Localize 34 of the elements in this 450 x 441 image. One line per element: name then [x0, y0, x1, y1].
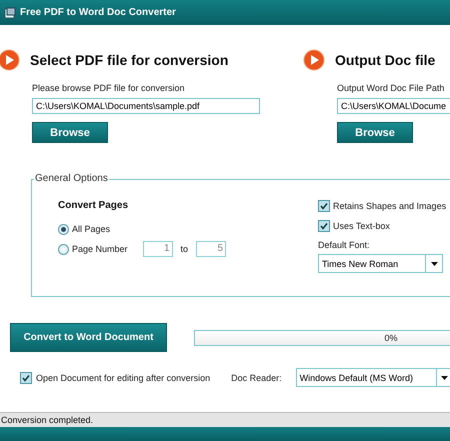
- app-icon: [4, 6, 16, 18]
- radio-label: All Pages: [72, 224, 110, 234]
- group-subheading: Convert Pages: [58, 200, 130, 211]
- dropdown-icon: [441, 376, 448, 380]
- checkbox[interactable]: [318, 220, 330, 232]
- path-field[interactable]: C:\Users\KOMAL\Documents\sample.pdf: [32, 98, 260, 114]
- field-label: Please browse PDF file for conversion: [32, 83, 186, 93]
- font-dropdown[interactable]: Times New Roman: [318, 254, 443, 273]
- range-separator: to: [180, 244, 188, 254]
- reader-label: Doc Reader:: [231, 372, 282, 382]
- radio-button[interactable]: [58, 224, 69, 234]
- section-heading: Output Doc file: [335, 52, 436, 68]
- checkbox[interactable]: [318, 200, 330, 212]
- reader-dropdown[interactable]: Windows Default (MS Word): [296, 368, 450, 387]
- checkbox-label: Retains Shapes and Images: [333, 201, 446, 211]
- section-heading: Select PDF file for conversion: [30, 52, 228, 68]
- checkbox[interactable]: [20, 372, 32, 384]
- radio-button[interactable]: [58, 244, 69, 254]
- convert-button[interactable]: Convert to Word Document: [10, 323, 167, 352]
- play-icon: [0, 49, 20, 71]
- progress-reading: 0%: [384, 332, 398, 342]
- path-field[interactable]: C:\Users\KOMAL\Docume: [337, 98, 450, 114]
- radio-label: Page Number: [72, 244, 128, 254]
- browse-button[interactable]: Browse: [32, 122, 108, 143]
- play-icon: [303, 49, 325, 71]
- status-text: Conversion completed.: [1, 415, 94, 425]
- dropdown-icon: [430, 262, 438, 266]
- field-label: Output Word Doc File Path: [337, 83, 446, 93]
- checkbox-label: Open Document for editing after conversion: [36, 372, 210, 382]
- checkbox-label: Uses Text-box: [333, 221, 390, 231]
- font-label: Default Font:: [318, 240, 371, 250]
- window-title: Free PDF to Word Doc Converter: [20, 7, 176, 18]
- browse-button[interactable]: Browse: [337, 122, 413, 143]
- group-legend: General Options: [34, 173, 109, 184]
